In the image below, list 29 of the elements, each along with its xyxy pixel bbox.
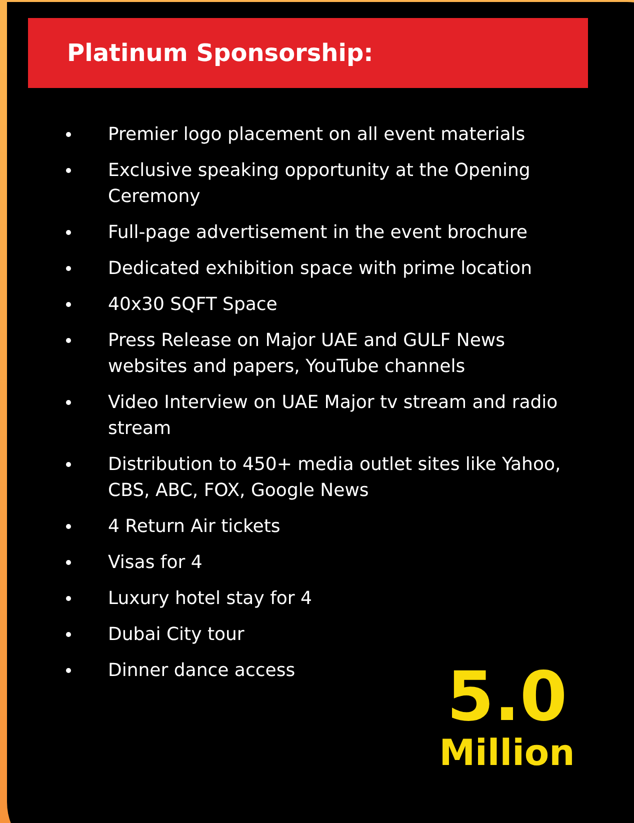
bullet-icon: [66, 632, 70, 637]
bullet-icon: [66, 302, 70, 307]
bullet-icon: [66, 462, 70, 467]
bullet-icon: [66, 596, 70, 601]
benefit-text: 40x30 SQFT Space: [108, 293, 278, 317]
bullet-icon: [66, 400, 70, 405]
benefit-text: 4 Return Air tickets: [108, 515, 282, 539]
benefit-text: Video Interview on UAE Major tv stream and radio stream: [108, 391, 559, 441]
benefit-text: Exclusive speaking opportunity at the Opening Ceremony: [108, 159, 532, 209]
benefit-text: Dubai City tour: [108, 623, 246, 647]
title: Platinum Sponsorship:: [67, 38, 374, 69]
bullet-icon: [66, 168, 70, 173]
price-unit: Million: [439, 734, 575, 774]
benefit-text: Press Release on Major UAE and GULF News websites and papers, YouTube channels: [108, 329, 506, 379]
bullet-icon: [66, 668, 70, 673]
benefit-text: Dinner dance access: [108, 659, 296, 683]
bullet-icon: [66, 230, 70, 235]
bullet-icon: [66, 338, 70, 343]
benefit-text: Premier logo placement on all event materials: [108, 123, 526, 147]
benefit-text: Distribution to 450+ media outlet sites like Yahoo, CBS, ABC, FOX, Google News: [108, 453, 562, 503]
benefit-text: Luxury hotel stay for 4: [108, 587, 313, 611]
benefit-text: Visas for 4: [108, 551, 204, 575]
bullet-icon: [66, 560, 70, 565]
bullet-icon: [66, 266, 70, 271]
bullet-icon: [66, 132, 70, 137]
benefit-text: Dedicated exhibition space with prime location: [108, 257, 534, 281]
benefit-text: Full-page advertisement in the event brochure: [108, 221, 528, 245]
price-amount: 5.0: [446, 662, 568, 734]
bullet-icon: [66, 524, 70, 529]
